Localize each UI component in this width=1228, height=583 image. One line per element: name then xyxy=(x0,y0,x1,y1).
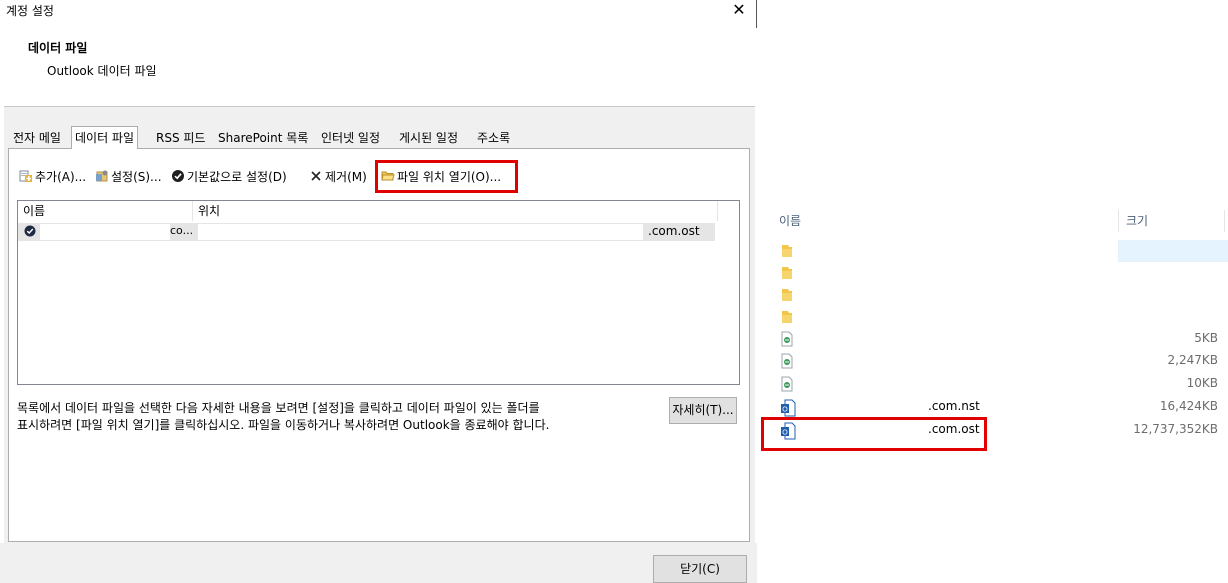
page-subtitle: Outlook 데이터 파일 xyxy=(47,64,157,78)
column-divider[interactable] xyxy=(1224,210,1225,232)
dialog-title: 계정 설정 xyxy=(6,4,54,18)
list-item[interactable] xyxy=(773,284,1228,306)
highlight-box-ost-file xyxy=(761,417,987,451)
add-file-icon xyxy=(19,169,33,183)
list-item[interactable]: O .com.nst 16,424KB xyxy=(773,396,1228,418)
file-size: 16,424KB xyxy=(1159,399,1218,413)
table-row[interactable]: co... .com.ost xyxy=(18,223,715,241)
page-title: 데이터 파일 xyxy=(28,41,88,55)
file-size: 2,247KB xyxy=(1167,353,1218,367)
config-file-icon xyxy=(780,331,794,347)
remove-button-label: 제거(M) xyxy=(325,170,367,184)
close-button[interactable]: 닫기(C) xyxy=(653,555,747,583)
folder-icon xyxy=(780,243,794,259)
list-item[interactable]: 5KB xyxy=(773,328,1228,350)
help-text-line-2: 표시하려면 [파일 위치 열기]를 클릭하십시오. 파일을 이동하거나 복사하려… xyxy=(17,418,550,432)
row-location-text: .com.ost xyxy=(648,224,700,238)
checkmark-circle-icon xyxy=(171,169,185,183)
file-size: 12,737,352KB xyxy=(1133,422,1218,436)
list-item[interactable] xyxy=(773,240,1228,262)
folder-icon xyxy=(780,287,794,303)
tab-internet-calendars[interactable]: 인터넷 일정 xyxy=(318,129,383,147)
column-divider[interactable] xyxy=(1118,210,1119,232)
details-button[interactable]: 자세히(T)... xyxy=(669,397,737,424)
config-file-icon xyxy=(780,376,794,392)
add-button[interactable]: 추가(A)... xyxy=(19,168,86,186)
tab-sharepoint-lists[interactable]: SharePoint 목록 xyxy=(215,129,311,147)
remove-x-icon xyxy=(309,169,323,183)
set-default-button[interactable]: 기본값으로 설정(D) xyxy=(171,168,287,186)
close-icon[interactable]: ✕ xyxy=(728,0,750,22)
list-item[interactable] xyxy=(773,262,1228,284)
settings-file-icon xyxy=(95,169,109,183)
outlook-file-icon: O xyxy=(780,399,796,417)
help-text: 목록에서 데이터 파일을 선택한 다음 자세한 내용을 보려면 [설정]을 클릭… xyxy=(17,400,647,434)
folder-icon xyxy=(780,265,794,281)
default-check-icon xyxy=(24,225,36,237)
file-size: 5KB xyxy=(1194,331,1218,345)
explorer-column-name[interactable]: 이름 xyxy=(779,212,801,229)
add-button-label: 추가(A)... xyxy=(35,170,87,184)
tab-address-books[interactable]: 주소록 xyxy=(474,129,513,147)
highlight-box-open-location xyxy=(375,160,518,193)
file-name: .com.nst xyxy=(928,399,980,413)
settings-button[interactable]: 설정(S)... xyxy=(95,168,162,186)
tab-email[interactable]: 전자 메일 xyxy=(10,129,64,147)
column-header-location[interactable]: 위치 xyxy=(193,201,718,221)
list-item[interactable] xyxy=(773,306,1228,328)
explorer-column-size[interactable]: 크기 xyxy=(1126,212,1148,229)
row-name-text: co... xyxy=(170,224,194,237)
tab-published-calendars[interactable]: 게시된 일정 xyxy=(396,129,461,147)
set-default-label: 기본값으로 설정(D) xyxy=(187,170,287,184)
tab-rss-feeds[interactable]: RSS 피드 xyxy=(153,129,208,147)
folder-icon xyxy=(780,309,794,325)
dialog-footer xyxy=(0,543,757,583)
column-header-name[interactable]: 이름 xyxy=(18,201,193,221)
settings-button-label: 설정(S)... xyxy=(111,170,162,184)
tab-data-files[interactable]: 데이터 파일 xyxy=(71,126,139,149)
account-settings-dialog: 계정 설정 ✕ 데이터 파일 Outlook 데이터 파일 전자 메일 데이터 … xyxy=(0,0,757,583)
redacted-name xyxy=(40,224,170,240)
help-text-line-1: 목록에서 데이터 파일을 선택한 다음 자세한 내용을 보려면 [설정]을 클릭… xyxy=(17,401,540,415)
config-file-icon xyxy=(780,353,794,369)
remove-button[interactable]: 제거(M) xyxy=(309,168,367,186)
list-item[interactable]: 2,247KB xyxy=(773,350,1228,372)
list-item[interactable]: 10KB xyxy=(773,373,1228,395)
redacted-location xyxy=(198,224,643,240)
svg-text:O: O xyxy=(782,407,788,414)
file-size: 10KB xyxy=(1186,376,1218,390)
